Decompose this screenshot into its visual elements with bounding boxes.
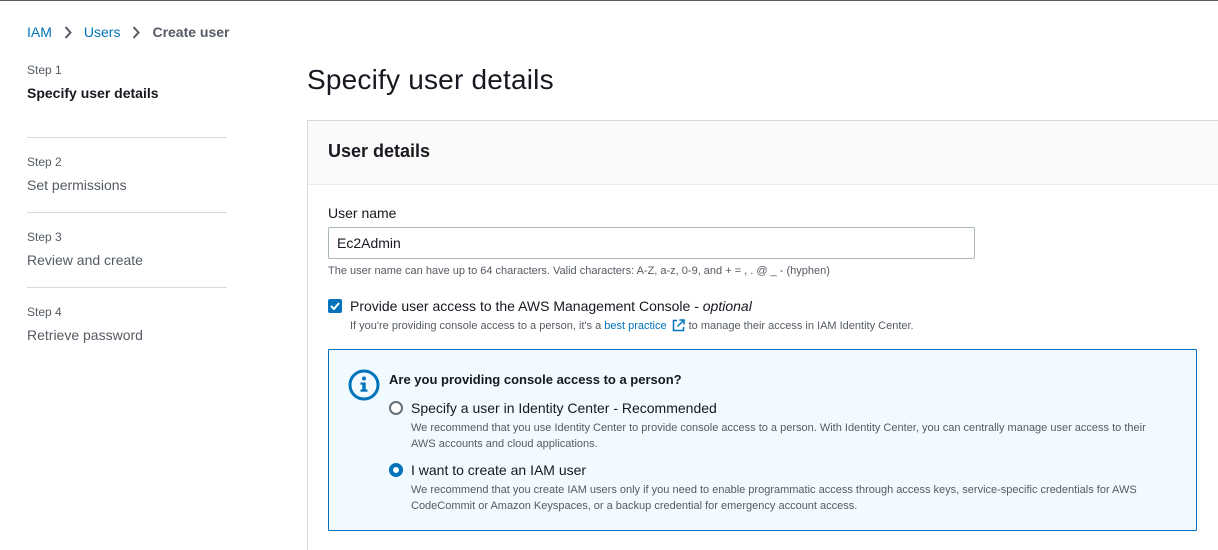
iam-user-radio[interactable] [389,463,403,477]
chevron-right-icon [132,25,141,39]
user-name-input[interactable] [328,227,975,259]
console-access-description: If you're providing console access to a … [350,319,914,332]
step-4: Step 4 Retrieve password [27,288,227,363]
iam-user-label: I want to create an IAM user [411,462,587,478]
breadcrumb: IAM Users Create user [27,23,230,41]
console-access-info-box: Are you providing console access to a pe… [328,349,1197,531]
step-number: Step 4 [27,305,62,319]
info-heading: Are you providing console access to a pe… [389,372,682,387]
console-access-label: Provide user access to the AWS Managemen… [350,298,752,314]
step-number: Step 3 [27,230,62,244]
breadcrumb-iam[interactable]: IAM [27,24,52,40]
panel-title: User details [328,141,431,161]
identity-center-label: Specify a user in Identity Center - Reco… [411,400,717,416]
step-title: Review and create [27,252,143,268]
page-title: Specify user details [307,64,554,95]
best-practice-link[interactable]: best practice [604,320,666,332]
user-details-panel: User details User name The user name can… [307,120,1218,550]
console-access-option: Provide user access to the AWS Managemen… [328,298,914,332]
checkmark-icon [330,302,340,310]
breadcrumb-current: Create user [152,24,230,40]
identity-center-radio[interactable] [389,401,403,415]
chevron-right-icon [64,25,72,39]
user-name-hint: The user name can have up to 64 characte… [328,265,830,277]
iam-user-description: We recommend that you create IAM users o… [411,484,1137,512]
iam-user-option: I want to create an IAM user We recommen… [389,462,1171,514]
console-access-checkbox[interactable] [328,299,342,313]
step-title: Retrieve password [27,327,143,343]
step-title: Specify user details [27,85,159,101]
step-title: Set permissions [27,177,127,193]
step-1: Step 1 Specify user details [27,63,227,138]
identity-center-description: We recommend that you use Identity Cente… [411,422,1146,450]
panel-header: User details [308,121,1218,185]
step-2: Step 2 Set permissions [27,138,227,213]
external-link-icon [672,319,685,332]
info-icon [348,369,380,406]
breadcrumb-users[interactable]: Users [84,24,121,40]
step-number: Step 1 [27,63,62,77]
top-border [0,0,1218,1]
wizard-steps: Step 1 Specify user details Step 2 Set p… [27,63,227,363]
identity-center-option: Specify a user in Identity Center - Reco… [389,400,1171,452]
user-name-label: User name [328,205,397,221]
step-number: Step 2 [27,155,62,169]
step-3: Step 3 Review and create [27,213,227,288]
